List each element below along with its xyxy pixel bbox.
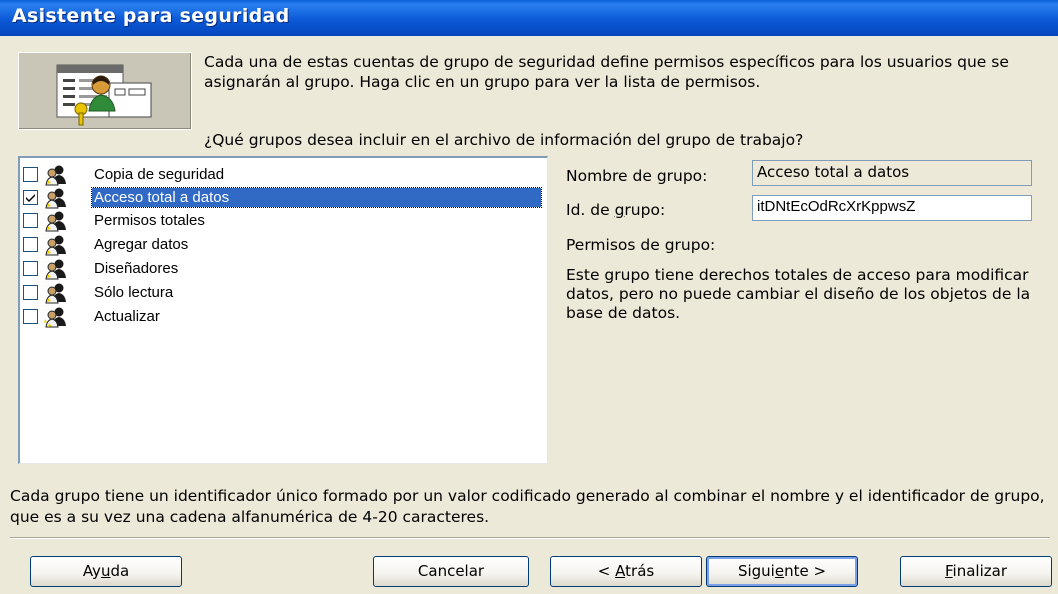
- window-title: Asistente para seguridad: [12, 5, 290, 27]
- group-label: Sólo lectura: [94, 284, 174, 301]
- group-checkbox[interactable]: [23, 261, 38, 276]
- group-users-icon: [44, 210, 70, 232]
- group-users-icon: [44, 258, 70, 280]
- list-item[interactable]: Copia de seguridad: [20, 164, 545, 186]
- separator: [10, 537, 1050, 539]
- checkmark-icon: [26, 194, 35, 202]
- group-checkbox[interactable]: [23, 285, 38, 300]
- group-label: Actualizar: [94, 308, 160, 325]
- finish-button[interactable]: Finalizar: [900, 556, 1052, 587]
- list-item[interactable]: Acceso total a datos: [20, 187, 545, 209]
- list-item[interactable]: Actualizar: [20, 306, 545, 328]
- group-checkbox[interactable]: [23, 237, 38, 252]
- list-item[interactable]: Permisos totales: [20, 210, 545, 232]
- group-id-input[interactable]: itDNtEcOdRcXrKppwsZ: [752, 195, 1032, 221]
- group-label: Agregar datos: [94, 236, 189, 253]
- back-button[interactable]: < Atrás: [550, 556, 702, 587]
- footer-note: Cada grupo tiene un identificador único …: [10, 487, 1045, 526]
- group-checkbox[interactable]: [23, 190, 38, 205]
- question-text: ¿Qué grupos desea incluir en el archivo …: [204, 131, 804, 149]
- group-permissions-label: Permisos de grupo:: [566, 236, 716, 254]
- security-wizard-icon: [18, 52, 192, 130]
- group-name-label: Nombre de grupo:: [566, 167, 708, 185]
- group-users-icon: [44, 282, 70, 304]
- groups-listbox[interactable]: Copia de seguridad Acceso total a datos …: [18, 156, 548, 464]
- help-button[interactable]: Ayuda: [30, 556, 182, 587]
- group-id-label: Id. de grupo:: [566, 201, 666, 219]
- title-bar[interactable]: Asistente para seguridad: [0, 0, 1058, 36]
- group-users-icon: [44, 187, 70, 209]
- new-group-icon: [44, 306, 70, 328]
- list-item[interactable]: Agregar datos: [20, 234, 545, 256]
- cancel-button[interactable]: Cancelar: [373, 556, 529, 587]
- list-item[interactable]: Diseñadores: [20, 258, 545, 280]
- list-item[interactable]: Sólo lectura: [20, 282, 545, 304]
- group-label: Acceso total a datos: [91, 187, 542, 208]
- group-name-field: Acceso total a datos: [752, 160, 1032, 186]
- group-checkbox[interactable]: [23, 213, 38, 228]
- group-label: Permisos totales: [94, 212, 205, 229]
- group-checkbox[interactable]: [23, 309, 38, 324]
- group-label: Copia de seguridad: [94, 166, 225, 183]
- group-checkbox[interactable]: [23, 167, 38, 182]
- group-users-icon: [44, 164, 70, 186]
- group-label: Diseñadores: [94, 260, 179, 277]
- group-permissions-description: Este grupo tiene derechos totales de acc…: [566, 266, 1031, 322]
- group-users-icon: [44, 234, 70, 256]
- intro-text: Cada una de estas cuentas de grupo de se…: [204, 53, 1009, 91]
- next-button[interactable]: Siguiente >: [706, 556, 858, 587]
